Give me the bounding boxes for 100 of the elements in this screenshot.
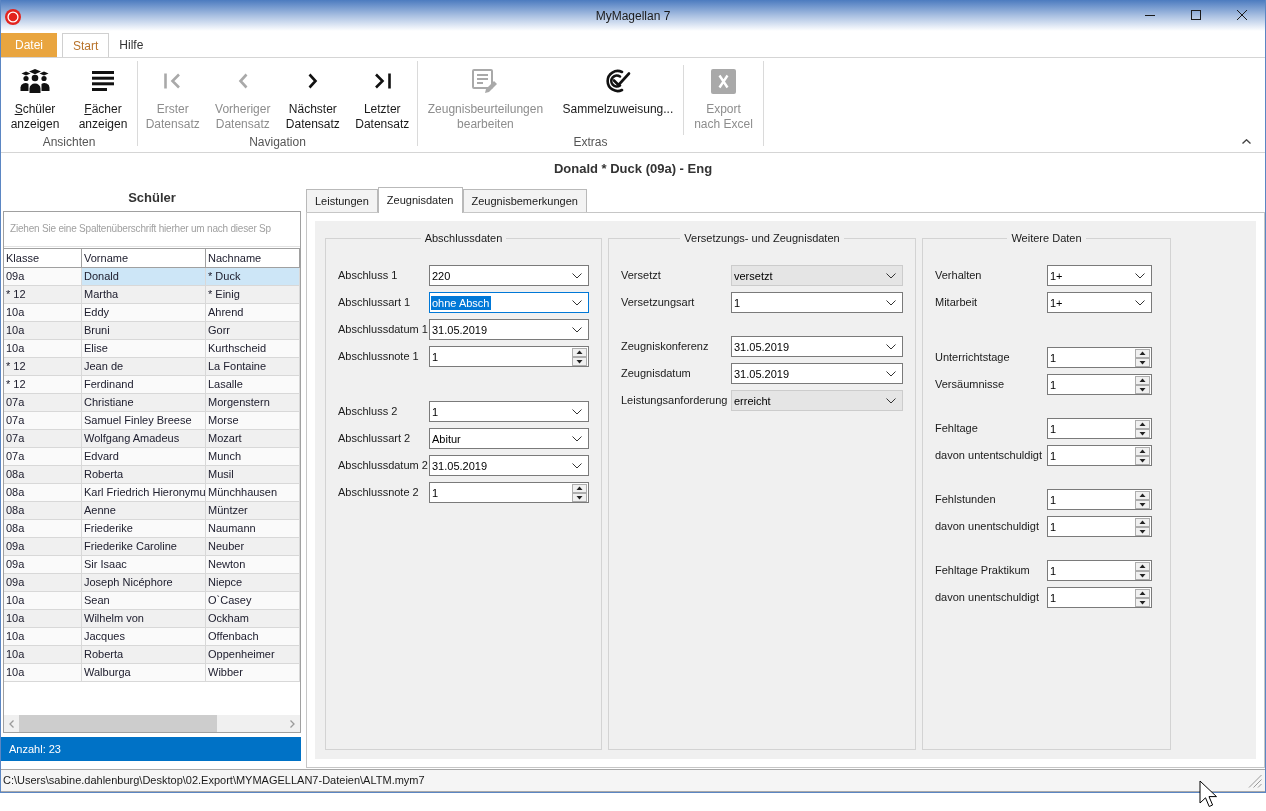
horizontal-scrollbar[interactable] — [4, 715, 300, 732]
table-row[interactable]: 09a Sir Isaac Newton — [4, 556, 300, 574]
table-row[interactable]: * 12 Martha * Einig — [4, 286, 300, 304]
table-row[interactable]: 10a Eddy Ahrend — [4, 304, 300, 322]
chevron-left-icon — [237, 73, 248, 89]
table-row[interactable]: 08a Aenne Müntzer — [4, 502, 300, 520]
dropdown-field[interactable]: 1+ — [1047, 292, 1152, 313]
spin-arrows-icon[interactable] — [1135, 490, 1150, 509]
chevron-down-icon[interactable] — [886, 343, 896, 350]
spin-arrows-icon[interactable] — [572, 347, 587, 366]
number-field[interactable]: 1 — [429, 482, 589, 503]
field-label: Abschlussnote 2 — [338, 486, 420, 499]
dropdown-field[interactable]: 1+ — [1047, 265, 1152, 286]
chevron-down-icon[interactable] — [886, 370, 896, 377]
chevron-up-icon[interactable] — [1242, 139, 1251, 144]
table-row[interactable]: 07a Wolfgang Amadeus Mozart — [4, 430, 300, 448]
spin-arrows-icon[interactable] — [1135, 561, 1150, 580]
tab[interactable]: Zeugnisdaten — [377, 187, 463, 213]
table-row[interactable]: 07a Christiane Morgenstern — [4, 394, 300, 412]
ribbon-tab[interactable]: Start — [62, 33, 110, 58]
table-cell: 07a — [4, 430, 82, 447]
chevron-down-icon[interactable] — [572, 435, 582, 442]
spin-arrows-icon[interactable] — [1135, 348, 1150, 367]
table-row[interactable]: 09a Donald * Duck — [4, 268, 300, 286]
column-header[interactable]: Vorname — [82, 249, 206, 267]
spin-arrows-icon[interactable] — [1135, 375, 1150, 394]
resize-grip-icon[interactable] — [1248, 773, 1262, 788]
chevron-down-icon[interactable] — [1135, 272, 1145, 279]
ribbon-button[interactable]: Nächster Datensatz — [281, 65, 344, 135]
ribbon-tab[interactable]: Hilfe — [111, 33, 152, 57]
dropdown-field[interactable]: 31.05.2019 — [731, 363, 903, 384]
number-field[interactable]: 1 — [429, 346, 589, 367]
chevron-down-icon[interactable] — [572, 272, 582, 279]
tab[interactable]: Leistungen — [306, 189, 378, 212]
document-edit-icon — [472, 69, 499, 93]
number-field[interactable]: 1 — [1047, 516, 1152, 537]
number-field[interactable]: 1 — [1047, 489, 1152, 510]
ribbon-button[interactable]: Sammelzuweisung... — [558, 65, 678, 135]
spin-arrows-icon[interactable] — [1135, 517, 1150, 536]
table-row[interactable]: 10a Elise Kurthscheid — [4, 340, 300, 358]
dropdown-field[interactable]: 31.05.2019 — [429, 455, 589, 476]
table-row[interactable]: 07a Edvard Munch — [4, 448, 300, 466]
table-row[interactable]: * 12 Jean de La Fontaine — [4, 358, 300, 376]
chevron-down-icon[interactable] — [572, 326, 582, 333]
minimize-icon — [1145, 14, 1155, 16]
chevron-down-icon[interactable] — [1135, 299, 1145, 306]
table-cell: Friederike — [82, 520, 206, 537]
table-row[interactable]: 10a Roberta Oppenheimer — [4, 646, 300, 664]
table-cell: Lasalle — [206, 376, 300, 393]
ribbon-button[interactable]: Letzter Datensatz — [351, 65, 414, 135]
ribbon-button[interactable]: Fächer anzeigen — [74, 65, 132, 135]
table-row[interactable]: 08a Friederike Naumann — [4, 520, 300, 538]
chevron-down-icon[interactable] — [572, 299, 582, 306]
table-cell: Ockham — [206, 610, 300, 627]
spin-arrows-icon[interactable] — [1135, 588, 1150, 607]
scrollbar-thumb[interactable] — [19, 715, 217, 732]
table-row[interactable]: 10a Jacques Offenbach — [4, 628, 300, 646]
number-field[interactable]: 1 — [1047, 445, 1152, 466]
table-cell: 07a — [4, 394, 82, 411]
field-label: Zeugniskonferenz — [621, 340, 710, 353]
dropdown-field[interactable]: 31.05.2019 — [429, 319, 589, 340]
field-label: Fehltage — [935, 422, 979, 435]
table-row[interactable]: * 12 Ferdinand Lasalle — [4, 376, 300, 394]
chevron-down-icon[interactable] — [886, 299, 896, 306]
table-row[interactable]: 10a Bruni Gorr — [4, 322, 300, 340]
dropdown-field[interactable]: 1 — [731, 292, 903, 313]
number-field[interactable]: 1 — [1047, 418, 1152, 439]
table-cell: Aenne — [82, 502, 206, 519]
dropdown-field[interactable]: Abitur — [429, 428, 589, 449]
dropdown-field[interactable]: ohne Absch — [429, 292, 589, 313]
number-field[interactable]: 1 — [1047, 587, 1152, 608]
table-cell: Neuber — [206, 538, 300, 555]
tab[interactable]: Zeugnisbemerkungen — [462, 189, 587, 212]
table-row[interactable]: 08a Karl Friedrich Hieronymu Münchhausen — [4, 484, 300, 502]
number-field[interactable]: 1 — [1047, 347, 1152, 368]
table-row[interactable]: 10a Sean O`Casey — [4, 592, 300, 610]
dropdown-field[interactable]: 1 — [429, 401, 589, 422]
column-header[interactable]: Nachname — [206, 249, 300, 267]
spin-arrows-icon[interactable] — [1135, 419, 1150, 438]
chevron-down-icon[interactable] — [572, 408, 582, 415]
chevron-down-icon[interactable] — [572, 462, 582, 469]
dropdown-field[interactable]: 220 — [429, 265, 589, 286]
number-field[interactable]: 1 — [1047, 374, 1152, 395]
field-label: Abschlussnote 1 — [338, 350, 420, 363]
table-cell: 08a — [4, 484, 82, 501]
number-field[interactable]: 1 — [1047, 560, 1152, 581]
table-row[interactable]: 07a Samuel Finley Breese Morse — [4, 412, 300, 430]
field-label: Versetzungsart — [621, 296, 696, 309]
ribbon-button[interactable]: Schüler anzeigen — [6, 65, 64, 135]
table-row[interactable]: 10a Walburga Wibber — [4, 664, 300, 682]
column-header[interactable]: Klasse — [4, 249, 82, 267]
table-row[interactable]: 10a Wilhelm von Ockham — [4, 610, 300, 628]
table-row[interactable]: 09a Joseph Nicéphore Niepce — [4, 574, 300, 592]
table-cell: Morse — [206, 412, 300, 429]
spin-arrows-icon[interactable] — [1135, 446, 1150, 465]
table-row[interactable]: 08a Roberta Musil — [4, 466, 300, 484]
dropdown-field[interactable]: 31.05.2019 — [731, 336, 903, 357]
spin-arrows-icon[interactable] — [572, 483, 587, 502]
table-cell: * 12 — [4, 358, 82, 375]
table-row[interactable]: 09a Friederike Caroline Neuber — [4, 538, 300, 556]
